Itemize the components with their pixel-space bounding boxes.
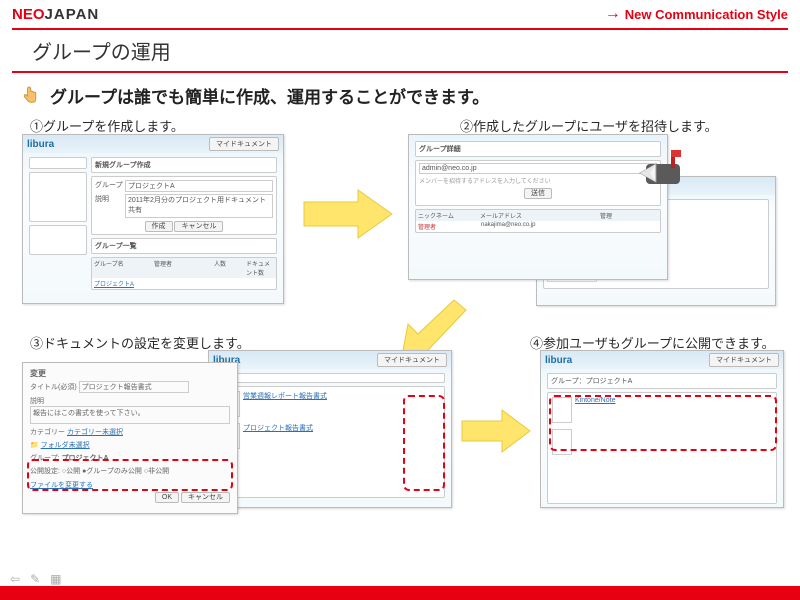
- screenshot-3-list: liburaマイドキュメント 営業週報レポート報告書式 プロジェクト報告書式: [208, 350, 452, 508]
- pointing-hand-icon: [18, 84, 42, 108]
- mailbox-icon: [636, 146, 690, 205]
- screenshot-3-dialog: 変更 タイトル(必須) プロジェクト報告書式 説明 報告にはこの書式を使って下さ…: [22, 362, 238, 514]
- ok-button: OK: [155, 492, 179, 503]
- panel-title: 新規グループ作成: [95, 162, 151, 169]
- logo-neo: NEO: [12, 6, 45, 23]
- logo-japan: JAPAN: [45, 6, 100, 23]
- arrow-icon: →: [605, 5, 621, 23]
- section-title: グループの運用: [32, 36, 800, 65]
- tab: マイドキュメント: [209, 137, 279, 151]
- brand-logo: NEOJAPAN: [12, 6, 99, 23]
- highlight-box: [403, 395, 445, 491]
- arrow-right-icon: [302, 186, 394, 242]
- arrow-right-icon: [460, 406, 532, 456]
- screenshot-2a: グループ詳細 admin@neo.co.jp メンバーを招待するアドレスを入力し…: [408, 134, 668, 280]
- invite-email-field: admin@neo.co.jp: [419, 163, 657, 174]
- cancel-button: キャンセル: [181, 492, 230, 503]
- highlight-box: [27, 459, 233, 491]
- tagline: → New Communication Style: [605, 5, 788, 23]
- screenshot-1: liburaマイドキュメント 新規グループ作成 グループプロジェクトA 説明20…: [22, 134, 284, 304]
- highlight-box: [549, 395, 777, 451]
- send-button: 送信: [524, 188, 552, 199]
- footer-bar: [0, 586, 800, 600]
- step1-label: ①グループを作成します。: [30, 116, 184, 135]
- headline: グループは誰でも簡単に作成、運用することができます。: [50, 83, 489, 108]
- step2-label: ②作成したグループにユーザを招待します。: [460, 116, 718, 135]
- app-logo: libura: [27, 139, 54, 150]
- edit-icon[interactable]: ✎: [30, 572, 40, 586]
- back-icon[interactable]: ⇦: [10, 572, 20, 586]
- group-desc-field: 2011年2月分のプロジェクト用ドキュメント共有: [125, 194, 273, 218]
- group-name-field: プロジェクトA: [125, 180, 273, 192]
- tagline-text: New Communication Style: [625, 7, 788, 22]
- screenshot-4: liburaマイドキュメント グループ：プロジェクトA Kintone/Note: [540, 350, 784, 508]
- create-button: 作成: [145, 221, 173, 232]
- grid-icon[interactable]: ▦: [50, 572, 61, 586]
- cancel-button: キャンセル: [174, 221, 223, 232]
- footer-tools: ⇦ ✎ ▦: [10, 572, 61, 586]
